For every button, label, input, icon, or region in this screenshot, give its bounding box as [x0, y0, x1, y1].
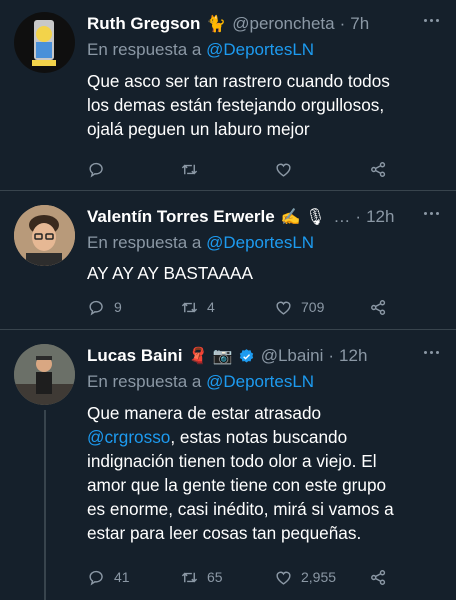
name-emoji: ✍️ 🎙 — [280, 209, 326, 226]
reply-button[interactable]: 41 — [87, 566, 130, 588]
text-line: amor que la gente tiene con este grupo — [87, 475, 387, 495]
reply-prefix: En respuesta a — [87, 372, 202, 391]
retweet-icon — [181, 164, 198, 174]
tweet-header: Ruth Gregson 🐈 @peroncheta · 7h — [87, 12, 369, 36]
retweet-count: 65 — [207, 569, 223, 585]
text-line: AY AY AY BASTAAAA — [87, 263, 253, 283]
like-count: 2,955 — [301, 569, 337, 585]
share-icon — [371, 569, 386, 585]
retweet-count: 4 — [207, 299, 215, 315]
like-icon — [276, 301, 291, 315]
user-handle[interactable]: @Lbaini — [261, 346, 324, 366]
text-line: indignación tienen todo olor a viejo. El — [87, 451, 377, 471]
tweet-lucas-baini[interactable]: Lucas Baini 🧣 📷 @Lbaini · 12h En respues… — [0, 330, 456, 600]
share-icon — [371, 161, 386, 177]
reply-prefix: En respuesta a — [87, 233, 202, 252]
text-line: es enorme, casi inédito, mirá si vamos a — [87, 499, 394, 519]
like-count: 709 — [301, 299, 325, 315]
more-icon[interactable] — [424, 212, 442, 218]
like-button[interactable]: 2,955 — [274, 566, 336, 588]
tweet-header: Lucas Baini 🧣 📷 @Lbaini · 12h — [87, 344, 367, 368]
separator-dot: · — [328, 346, 335, 365]
share-icon — [371, 299, 386, 315]
tweet-actions: 41 65 2,955 — [87, 566, 407, 588]
share-button[interactable] — [369, 566, 396, 588]
thread-line — [44, 410, 46, 600]
timestamp[interactable]: 12h — [366, 207, 394, 227]
like-button[interactable]: 709 — [274, 296, 324, 318]
like-icon — [276, 163, 291, 177]
separator-dot: · — [355, 207, 362, 226]
retweet-button[interactable]: 65 — [180, 566, 223, 588]
mention-link[interactable]: @crgrosso — [87, 427, 170, 447]
share-button[interactable] — [369, 158, 396, 180]
retweet-icon — [181, 572, 198, 582]
text-line: Que asco ser tan rastrero cuando todos — [87, 71, 390, 91]
reply-icon — [89, 300, 103, 315]
tweet-ruth-gregson[interactable]: Ruth Gregson 🐈 @peroncheta · 7h En respu… — [0, 0, 456, 190]
reply-prefix: En respuesta a — [87, 40, 202, 59]
reply-to-link[interactable]: @DeportesLN — [206, 233, 314, 252]
reply-count: 41 — [114, 569, 130, 585]
reply-context: En respuesta a @DeportesLN — [87, 40, 314, 60]
tweet-text: Que asco ser tan rastrero cuando todos l… — [87, 69, 427, 141]
name-emoji: 🧣 📷 — [188, 348, 233, 365]
text-line: ojalá peguen un laburo mejor — [87, 119, 310, 139]
timestamp[interactable]: 12h — [339, 346, 367, 366]
user-handle[interactable]: @peroncheta — [232, 14, 334, 34]
reply-context: En respuesta a @DeportesLN — [87, 233, 314, 253]
text-fragment: , estas notas buscando — [170, 427, 348, 447]
tweet-text: Que manera de estar atrasado @crgrosso, … — [87, 401, 427, 545]
reply-count: 9 — [114, 299, 122, 315]
display-name[interactable]: Ruth Gregson — [87, 14, 200, 34]
display-name[interactable]: Valentín Torres Erwerle — [87, 207, 275, 227]
text-line: estar para leer cosas tan pequeñas. — [87, 523, 362, 543]
reply-to-link[interactable]: @DeportesLN — [206, 372, 314, 391]
verified-badge-icon — [239, 348, 253, 363]
separator-dot: · — [339, 14, 346, 33]
tweet-actions: 9 4 709 — [87, 296, 407, 318]
reply-context: En respuesta a @DeportesLN — [87, 372, 314, 392]
more-icon[interactable] — [424, 19, 442, 25]
name-emoji: 🐈 — [206, 16, 227, 33]
like-button[interactable] — [274, 158, 301, 180]
reply-to-link[interactable]: @DeportesLN — [206, 40, 314, 59]
retweet-icon — [181, 302, 198, 312]
share-button[interactable] — [369, 296, 396, 318]
text-line: @crgrosso, estas notas buscando — [87, 425, 427, 449]
reply-button[interactable] — [87, 158, 114, 180]
timestamp[interactable]: 7h — [350, 14, 369, 34]
avatar[interactable] — [14, 205, 75, 266]
tweet-header: Valentín Torres Erwerle ✍️ 🎙 … · 12h — [87, 205, 394, 229]
retweet-button[interactable]: 4 — [180, 296, 215, 318]
avatar[interactable] — [14, 344, 75, 405]
reply-icon — [89, 570, 103, 585]
more-icon[interactable] — [424, 351, 442, 357]
avatar[interactable] — [14, 12, 75, 73]
tweet-valentin-torres[interactable]: Valentín Torres Erwerle ✍️ 🎙 … · 12h En … — [0, 191, 456, 329]
retweet-button[interactable] — [180, 158, 207, 180]
like-icon — [276, 571, 291, 585]
reply-icon — [89, 162, 103, 177]
text-line: los demas están festejando orgullosos, — [87, 95, 385, 115]
reply-button[interactable]: 9 — [87, 296, 122, 318]
text-line: Que manera de estar atrasado — [87, 403, 322, 423]
user-handle[interactable]: … — [333, 207, 350, 227]
tweet-text: AY AY AY BASTAAAA — [87, 261, 427, 285]
display-name[interactable]: Lucas Baini — [87, 346, 182, 366]
tweet-actions — [87, 158, 407, 180]
